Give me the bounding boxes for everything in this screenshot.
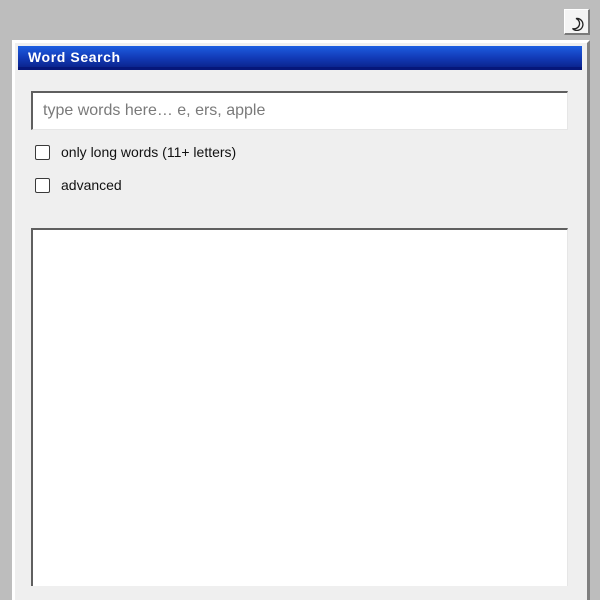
long-words-checkbox[interactable]	[35, 144, 50, 160]
window-titlebar: Word Search	[18, 46, 582, 70]
moon-icon	[572, 17, 584, 31]
long-words-label: only long words (11+ letters)	[61, 144, 237, 160]
word-search-input[interactable]	[31, 91, 568, 130]
theme-toggle-button[interactable]	[564, 9, 590, 35]
advanced-label: advanced	[61, 177, 122, 193]
window-title: Word Search	[28, 48, 121, 65]
word-search-window: Word Search only long words (11+ letters…	[12, 40, 590, 600]
advanced-option[interactable]: advanced	[35, 177, 122, 193]
long-words-option[interactable]: only long words (11+ letters)	[35, 144, 236, 160]
results-list[interactable]	[31, 228, 568, 586]
advanced-checkbox[interactable]	[35, 177, 50, 193]
